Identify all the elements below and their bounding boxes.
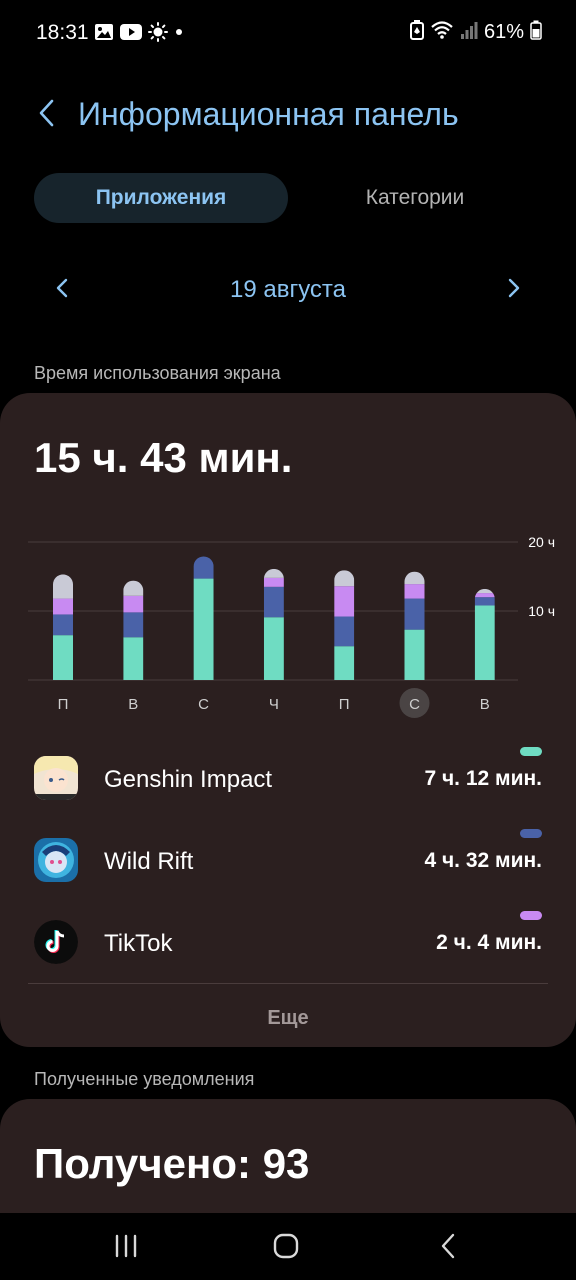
back-button[interactable]: [30, 98, 62, 132]
x-tick-label: В: [480, 696, 490, 713]
app-time: 7 ч. 12 мин.: [424, 767, 542, 790]
status-left-icons: [94, 22, 184, 42]
bar-segment: [474, 593, 495, 598]
app-color-swatch: [520, 911, 542, 920]
x-tick-label: Ч: [269, 696, 279, 713]
bar-segment: [193, 556, 214, 579]
bar-segment: [334, 586, 355, 617]
bar-segment: [53, 574, 73, 599]
bar-segment: [123, 595, 144, 613]
bar-segment: [334, 646, 355, 680]
gallery-icon: [94, 23, 114, 41]
date-label: 19 августа: [229, 276, 346, 303]
bar-segment: [334, 616, 355, 647]
app-name: TikTok: [104, 930, 173, 957]
tiktok-icon: [34, 920, 78, 964]
bar-segment: [193, 578, 214, 680]
bar-segment: [53, 635, 73, 680]
status-time: 18:31: [36, 21, 89, 44]
app-time: 4 ч. 32 мин.: [424, 849, 542, 872]
bar-segment: [334, 570, 355, 587]
status-right-icons: 61%: [409, 20, 542, 45]
previous-day-button[interactable]: [48, 275, 76, 305]
bar-segment: [404, 571, 425, 585]
y-tick-label: 20 ч: [528, 534, 555, 550]
usage-chart: 10 ч 20 ч П В С Ч П С В: [28, 534, 555, 718]
app-time: 2 ч. 4 мин.: [436, 931, 542, 954]
notifications-label: Полученные уведомления: [34, 1069, 255, 1089]
tab-categories[interactable]: Категории: [288, 173, 542, 223]
home-icon[interactable]: [272, 1232, 300, 1260]
signal-icon: [460, 20, 478, 45]
x-tick-label: П: [339, 696, 350, 713]
battery-percent: 61%: [483, 21, 524, 43]
bar-segment: [53, 598, 73, 615]
chevron-right-icon: [508, 278, 520, 303]
bar-segment: [123, 580, 144, 596]
bar-segment: [474, 588, 495, 594]
status-bar: 18:31 61%: [0, 0, 576, 66]
bar-segment: [263, 617, 284, 680]
app-color-swatch: [520, 829, 542, 838]
total-screen-time: 15 ч. 43 мин.: [34, 434, 293, 481]
bar-segment: [474, 605, 495, 680]
chevron-left-icon: [56, 278, 68, 303]
app-row-tiktok[interactable]: TikTok 2 ч. 4 мин.: [28, 906, 548, 978]
page-title: Информационная панель: [78, 96, 459, 132]
bar-segment: [263, 568, 284, 578]
x-tick-label: В: [128, 696, 138, 713]
x-tick-label: С: [409, 696, 420, 713]
divider: [28, 983, 548, 984]
bar-segment: [263, 577, 284, 587]
app-name: Genshin Impact: [104, 766, 273, 793]
bar-segment: [474, 597, 495, 606]
battery-icon: [530, 20, 542, 45]
bar-segment: [404, 584, 425, 599]
received-count: Получено: 93: [34, 1140, 310, 1187]
brightness-icon: [148, 22, 168, 42]
chevron-left-icon: [37, 98, 55, 133]
battery-saver-icon: [409, 20, 424, 45]
more-button[interactable]: Еще: [28, 990, 548, 1046]
bar-segment: [123, 637, 144, 680]
wild-rift-icon: [34, 838, 78, 882]
wifi-icon: [430, 20, 454, 45]
back-icon[interactable]: [436, 1233, 462, 1259]
app-row-genshin[interactable]: Genshin Impact 7 ч. 12 мин.: [28, 742, 548, 814]
x-tick-label: С: [198, 696, 209, 713]
dot-icon: [174, 27, 184, 37]
bar-segment: [263, 586, 284, 618]
genshin-icon: [34, 756, 78, 800]
screen-time-label: Время использования экрана: [34, 363, 281, 383]
app-color-swatch: [520, 747, 542, 756]
app-row-wild-rift[interactable]: Wild Rift 4 ч. 32 мин.: [28, 824, 548, 896]
tab-apps[interactable]: Приложения: [34, 173, 288, 223]
bar-segment: [53, 614, 73, 636]
bar-segment: [404, 598, 425, 630]
app-name: Wild Rift: [104, 848, 194, 875]
youtube-icon: [120, 24, 142, 40]
next-day-button[interactable]: [500, 275, 528, 305]
y-tick-label: 10 ч: [528, 603, 555, 619]
x-tick-label: П: [58, 696, 69, 713]
bar-segment: [404, 629, 425, 680]
bar-segment: [123, 612, 144, 638]
recent-apps-icon[interactable]: [112, 1233, 140, 1259]
